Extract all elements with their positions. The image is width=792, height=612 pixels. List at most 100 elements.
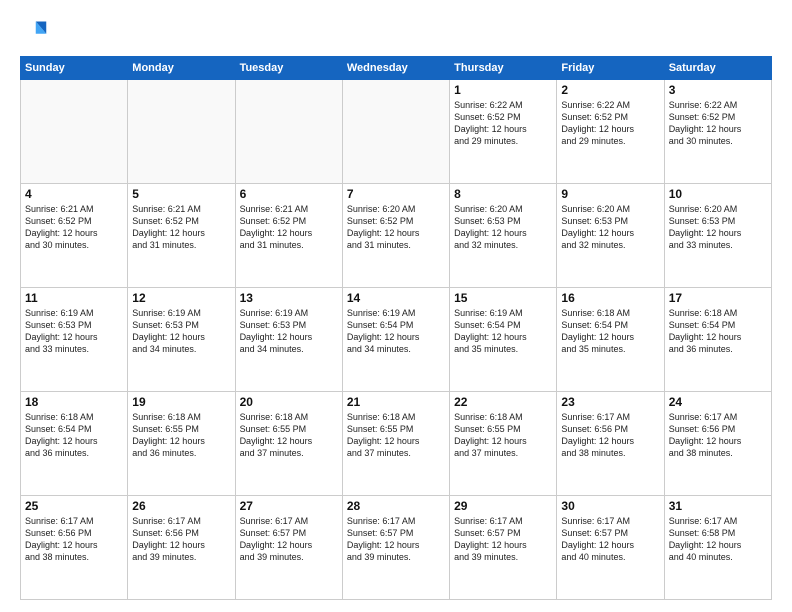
day-number: 25 bbox=[25, 499, 123, 513]
day-cell: 27Sunrise: 6:17 AM Sunset: 6:57 PM Dayli… bbox=[235, 496, 342, 600]
day-number: 16 bbox=[561, 291, 659, 305]
day-info: Sunrise: 6:20 AM Sunset: 6:53 PM Dayligh… bbox=[561, 203, 659, 252]
day-cell bbox=[21, 80, 128, 184]
col-header-wednesday: Wednesday bbox=[342, 57, 449, 80]
day-cell: 25Sunrise: 6:17 AM Sunset: 6:56 PM Dayli… bbox=[21, 496, 128, 600]
day-info: Sunrise: 6:17 AM Sunset: 6:57 PM Dayligh… bbox=[240, 515, 338, 564]
day-number: 14 bbox=[347, 291, 445, 305]
day-number: 18 bbox=[25, 395, 123, 409]
day-info: Sunrise: 6:20 AM Sunset: 6:53 PM Dayligh… bbox=[454, 203, 552, 252]
day-cell: 1 Sunrise: 6:22 AM Sunset: 6:52 PM Daylig… bbox=[450, 80, 557, 184]
day-number: 2 bbox=[561, 83, 659, 97]
day-cell: 10 Sunrise: 6:20 AM Sunset: 6:53 PM Dayli… bbox=[664, 184, 771, 288]
col-header-sunday: Sunday bbox=[21, 57, 128, 80]
logo-icon bbox=[20, 18, 48, 46]
day-cell: 30 Sunrise: 6:17 AM Sunset: 6:57 PM Dayli… bbox=[557, 496, 664, 600]
day-cell: 3 Sunrise: 6:22 AM Sunset: 6:52 PM Daylig… bbox=[664, 80, 771, 184]
day-number: 4 bbox=[25, 187, 123, 201]
week-row-2: 4 Sunrise: 6:21 AM Sunset: 6:52 PM Daylig… bbox=[21, 184, 772, 288]
day-info: Sunrise: 6:21 AM Sunset: 6:52 PM Dayligh… bbox=[25, 203, 123, 252]
day-cell: 13Sunrise: 6:19 AM Sunset: 6:53 PM Dayli… bbox=[235, 288, 342, 392]
day-info: Sunrise: 6:18 AM Sunset: 6:54 PM Dayligh… bbox=[669, 307, 767, 356]
day-info: Sunrise: 6:19 AM Sunset: 6:53 PM Dayligh… bbox=[132, 307, 230, 356]
col-header-saturday: Saturday bbox=[664, 57, 771, 80]
day-info: Sunrise: 6:18 AM Sunset: 6:55 PM Dayligh… bbox=[347, 411, 445, 460]
day-number: 1 bbox=[454, 83, 552, 97]
day-info: Sunrise: 6:22 AM Sunset: 6:52 PM Dayligh… bbox=[454, 99, 552, 148]
day-number: 31 bbox=[669, 499, 767, 513]
day-cell: 9 Sunrise: 6:20 AM Sunset: 6:53 PM Daylig… bbox=[557, 184, 664, 288]
day-cell: 20 Sunrise: 6:18 AM Sunset: 6:55 PM Dayli… bbox=[235, 392, 342, 496]
day-cell: 5 Sunrise: 6:21 AM Sunset: 6:52 PM Daylig… bbox=[128, 184, 235, 288]
day-info: Sunrise: 6:17 AM Sunset: 6:56 PM Dayligh… bbox=[132, 515, 230, 564]
day-number: 6 bbox=[240, 187, 338, 201]
day-number: 3 bbox=[669, 83, 767, 97]
day-number: 22 bbox=[454, 395, 552, 409]
week-row-5: 25 Sunrise: 6:17 AM Sunset: 6:56 PM Dayli… bbox=[21, 496, 772, 600]
calendar-header-row: SundayMondayTuesdayWednesdayThursdayFrid… bbox=[21, 57, 772, 80]
day-info: Sunrise: 6:22 AM Sunset: 6:52 PM Dayligh… bbox=[669, 99, 767, 148]
page: SundayMondayTuesdayWednesdayThursdayFrid… bbox=[0, 0, 792, 612]
day-info: Sunrise: 6:20 AM Sunset: 6:52 PM Dayligh… bbox=[347, 203, 445, 252]
day-number: 24 bbox=[669, 395, 767, 409]
day-info: Sunrise: 6:21 AM Sunset: 6:52 PM Dayligh… bbox=[240, 203, 338, 252]
day-info: Sunrise: 6:20 AM Sunset: 6:53 PM Dayligh… bbox=[669, 203, 767, 252]
day-info: Sunrise: 6:17 AM Sunset: 6:57 PM Dayligh… bbox=[347, 515, 445, 564]
day-info: Sunrise: 6:18 AM Sunset: 6:55 PM Dayligh… bbox=[240, 411, 338, 460]
day-cell: 19Sunrise: 6:18 AM Sunset: 6:55 PM Dayli… bbox=[128, 392, 235, 496]
day-cell: 26 Sunrise: 6:17 AM Sunset: 6:56 PM Dayli… bbox=[128, 496, 235, 600]
day-cell: 28 Sunrise: 6:17 AM Sunset: 6:57 PM Dayli… bbox=[342, 496, 449, 600]
day-cell: 24Sunrise: 6:17 AM Sunset: 6:56 PM Dayli… bbox=[664, 392, 771, 496]
day-info: Sunrise: 6:22 AM Sunset: 6:52 PM Dayligh… bbox=[561, 99, 659, 148]
col-header-tuesday: Tuesday bbox=[235, 57, 342, 80]
day-number: 17 bbox=[669, 291, 767, 305]
week-row-1: 1 Sunrise: 6:22 AM Sunset: 6:52 PM Daylig… bbox=[21, 80, 772, 184]
day-cell: 8 Sunrise: 6:20 AM Sunset: 6:53 PM Daylig… bbox=[450, 184, 557, 288]
day-cell: 2 Sunrise: 6:22 AM Sunset: 6:52 PM Daylig… bbox=[557, 80, 664, 184]
week-row-3: 11 Sunrise: 6:19 AM Sunset: 6:53 PM Dayli… bbox=[21, 288, 772, 392]
day-info: Sunrise: 6:17 AM Sunset: 6:57 PM Dayligh… bbox=[561, 515, 659, 564]
day-cell: 15Sunrise: 6:19 AM Sunset: 6:54 PM Dayli… bbox=[450, 288, 557, 392]
day-number: 21 bbox=[347, 395, 445, 409]
day-cell: 11 Sunrise: 6:19 AM Sunset: 6:53 PM Dayli… bbox=[21, 288, 128, 392]
day-cell: 31 Sunrise: 6:17 AM Sunset: 6:58 PM Dayli… bbox=[664, 496, 771, 600]
day-number: 9 bbox=[561, 187, 659, 201]
day-number: 19 bbox=[132, 395, 230, 409]
header bbox=[20, 18, 772, 46]
day-cell: 18 Sunrise: 6:18 AM Sunset: 6:54 PM Dayli… bbox=[21, 392, 128, 496]
col-header-thursday: Thursday bbox=[450, 57, 557, 80]
day-cell bbox=[342, 80, 449, 184]
day-cell: 4 Sunrise: 6:21 AM Sunset: 6:52 PM Daylig… bbox=[21, 184, 128, 288]
day-cell: 14Sunrise: 6:19 AM Sunset: 6:54 PM Dayli… bbox=[342, 288, 449, 392]
calendar-table: SundayMondayTuesdayWednesdayThursdayFrid… bbox=[20, 56, 772, 600]
week-row-4: 18 Sunrise: 6:18 AM Sunset: 6:54 PM Dayli… bbox=[21, 392, 772, 496]
day-cell: 23Sunrise: 6:17 AM Sunset: 6:56 PM Dayli… bbox=[557, 392, 664, 496]
day-number: 12 bbox=[132, 291, 230, 305]
day-number: 28 bbox=[347, 499, 445, 513]
day-cell: 17 Sunrise: 6:18 AM Sunset: 6:54 PM Dayli… bbox=[664, 288, 771, 392]
day-number: 26 bbox=[132, 499, 230, 513]
day-number: 5 bbox=[132, 187, 230, 201]
day-cell: 12 Sunrise: 6:19 AM Sunset: 6:53 PM Dayli… bbox=[128, 288, 235, 392]
day-cell bbox=[235, 80, 342, 184]
day-number: 11 bbox=[25, 291, 123, 305]
day-number: 29 bbox=[454, 499, 552, 513]
day-info: Sunrise: 6:19 AM Sunset: 6:53 PM Dayligh… bbox=[25, 307, 123, 356]
day-number: 10 bbox=[669, 187, 767, 201]
day-info: Sunrise: 6:18 AM Sunset: 6:54 PM Dayligh… bbox=[25, 411, 123, 460]
day-cell: 29Sunrise: 6:17 AM Sunset: 6:57 PM Dayli… bbox=[450, 496, 557, 600]
day-number: 8 bbox=[454, 187, 552, 201]
day-cell: 21 Sunrise: 6:18 AM Sunset: 6:55 PM Dayli… bbox=[342, 392, 449, 496]
day-cell: 16 Sunrise: 6:18 AM Sunset: 6:54 PM Dayli… bbox=[557, 288, 664, 392]
day-number: 30 bbox=[561, 499, 659, 513]
col-header-friday: Friday bbox=[557, 57, 664, 80]
day-cell: 6 Sunrise: 6:21 AM Sunset: 6:52 PM Daylig… bbox=[235, 184, 342, 288]
day-info: Sunrise: 6:17 AM Sunset: 6:58 PM Dayligh… bbox=[669, 515, 767, 564]
day-info: Sunrise: 6:18 AM Sunset: 6:54 PM Dayligh… bbox=[561, 307, 659, 356]
day-number: 13 bbox=[240, 291, 338, 305]
day-cell: 22 Sunrise: 6:18 AM Sunset: 6:55 PM Dayli… bbox=[450, 392, 557, 496]
day-info: Sunrise: 6:18 AM Sunset: 6:55 PM Dayligh… bbox=[454, 411, 552, 460]
day-cell bbox=[128, 80, 235, 184]
day-info: Sunrise: 6:21 AM Sunset: 6:52 PM Dayligh… bbox=[132, 203, 230, 252]
day-number: 20 bbox=[240, 395, 338, 409]
